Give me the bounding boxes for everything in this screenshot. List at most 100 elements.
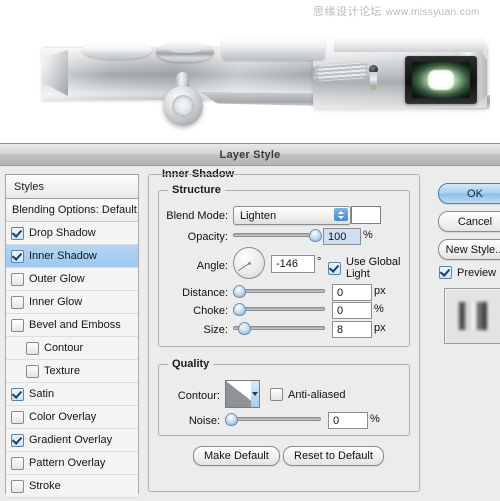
new-style-button[interactable]: New Style... — [438, 239, 500, 260]
noise-slider-thumb[interactable] — [225, 413, 238, 426]
camera-vent — [317, 61, 367, 82]
sidebar-label-color-overlay: Color Overlay — [29, 411, 97, 423]
sidebar-label-contour: Contour — [44, 342, 84, 354]
chevron-updown-icon[interactable] — [334, 208, 348, 221]
size-unit: px — [374, 322, 386, 334]
choke-input[interactable]: 0 — [332, 302, 372, 319]
checkbox-contour[interactable] — [26, 341, 39, 355]
checkbox-anti-aliased[interactable] — [270, 388, 283, 401]
checkbox-color-overlay[interactable] — [11, 410, 24, 424]
checkbox-preview[interactable] — [439, 266, 452, 279]
preview-row[interactable]: Preview — [439, 266, 496, 279]
sidebar-item-inner-shadow[interactable]: Inner Shadow — [6, 245, 138, 268]
angle-label: Angle: — [196, 260, 228, 272]
blend-mode-select[interactable]: Lighten — [233, 206, 351, 225]
sidebar-label-inner-shadow: Inner Shadow — [29, 250, 97, 262]
choke-slider[interactable] — [233, 302, 325, 316]
opacity-label: Opacity: — [187, 231, 228, 243]
styles-panel: Styles Blending Options: Default Drop Sh… — [5, 174, 139, 498]
distance-slider[interactable] — [233, 284, 325, 298]
noise-input[interactable]: 0 — [328, 412, 368, 429]
checkbox-inner-shadow[interactable] — [11, 249, 24, 263]
angle-input[interactable]: -146 — [271, 255, 315, 273]
camera-plate — [222, 38, 325, 60]
choke-unit: % — [374, 303, 384, 315]
sidebar-item-outer-glow[interactable]: Outer Glow — [6, 268, 138, 291]
choke-slider-thumb[interactable] — [233, 303, 246, 316]
noise-label: Noise: — [188, 415, 220, 427]
preview-label: Preview — [457, 266, 497, 279]
blending-options-label: Blending Options: Default — [12, 204, 137, 216]
checkbox-use-global-light[interactable] — [328, 261, 341, 275]
checkbox-outer-glow[interactable] — [11, 272, 24, 286]
sidebar-label-stroke: Stroke — [29, 480, 61, 492]
sidebar-item-contour[interactable]: Contour — [6, 337, 138, 360]
size-slider[interactable] — [233, 321, 325, 335]
sidebar-item-blending-options[interactable]: Blending Options: Default — [6, 199, 138, 222]
checkbox-bevel-and-emboss[interactable] — [11, 318, 24, 332]
distance-label: Distance: — [182, 287, 228, 299]
choke-label: Choke: — [193, 305, 228, 317]
sidebar-item-color-overlay[interactable]: Color Overlay — [6, 406, 138, 429]
dialog-titlebar[interactable]: Layer Style — [0, 144, 500, 166]
opacity-slider-track — [233, 233, 318, 237]
sidebar-label-gradient-overlay: Gradient Overlay — [29, 434, 113, 446]
distance-slider-thumb[interactable] — [233, 285, 246, 298]
size-input[interactable]: 8 — [332, 321, 372, 338]
sidebar-item-stroke[interactable]: Stroke — [6, 475, 138, 498]
camera-top-rail — [334, 36, 484, 52]
blend-mode-value: Lighten — [240, 209, 277, 222]
distance-slider-track — [233, 289, 325, 293]
angle-dial[interactable] — [233, 247, 265, 279]
sidebar-item-bevel-and-emboss[interactable]: Bevel and Emboss — [6, 314, 138, 337]
angle-unit: ° — [317, 256, 322, 268]
sidebar-label-drop-shadow: Drop Shadow — [29, 227, 96, 239]
sidebar-item-gradient-overlay[interactable]: Gradient Overlay — [6, 429, 138, 452]
distance-input[interactable]: 0 — [332, 284, 372, 301]
opacity-unit: % — [363, 229, 373, 241]
sidebar-item-satin[interactable]: Satin — [6, 383, 138, 406]
screenshot-root: 思缘设计论坛 www.missyuan.com Layer Style Styl… — [0, 0, 500, 501]
checkbox-inner-glow[interactable] — [11, 295, 24, 309]
ok-button[interactable]: OK — [438, 183, 500, 204]
noise-slider[interactable] — [225, 412, 321, 426]
opacity-slider[interactable] — [233, 228, 322, 242]
opacity-input[interactable]: 100 — [323, 228, 361, 245]
camera-port-slot — [370, 72, 377, 86]
anti-aliased-label: Anti-aliased — [288, 388, 346, 401]
styles-panel-header: Styles — [6, 175, 138, 199]
sidebar-label-texture: Texture — [44, 365, 81, 377]
camera-led — [371, 85, 376, 90]
make-default-button[interactable]: Make Default — [193, 446, 280, 466]
chevron-down-icon[interactable] — [251, 381, 259, 407]
preview-thumbnail-graphic — [459, 302, 487, 330]
checkbox-drop-shadow[interactable] — [11, 226, 24, 240]
preview-thumbnail — [444, 288, 500, 344]
contour-label: Contour: — [177, 390, 220, 402]
sidebar-item-inner-glow[interactable]: Inner Glow — [6, 291, 138, 314]
effect-settings-pane: Inner Shadow Structure Blend Mode: Light… — [148, 168, 420, 492]
size-slider-thumb[interactable] — [238, 322, 251, 335]
checkbox-satin[interactable] — [11, 387, 24, 401]
sidebar-item-drop-shadow[interactable]: Drop Shadow — [6, 222, 138, 245]
watermark-url-text: www.missyuan.com — [385, 7, 480, 18]
sidebar-item-pattern-overlay[interactable]: Pattern Overlay — [6, 452, 138, 475]
noise-slider-track — [225, 417, 321, 421]
contour-preset-swatch[interactable] — [225, 380, 260, 408]
checkbox-pattern-overlay[interactable] — [11, 456, 24, 470]
sidebar-label-bevel-and-emboss: Bevel and Emboss — [29, 319, 121, 331]
sidebar-label-inner-glow: Inner Glow — [29, 296, 83, 308]
cancel-button[interactable]: Cancel — [438, 211, 500, 232]
dialog-title: Layer Style — [219, 148, 281, 161]
reset-to-default-button[interactable]: Reset to Default — [283, 446, 384, 466]
checkbox-texture[interactable] — [26, 364, 39, 378]
blend-color-swatch[interactable] — [351, 206, 381, 224]
checkbox-stroke[interactable] — [11, 479, 24, 493]
checkbox-gradient-overlay[interactable] — [11, 433, 24, 447]
camera-photo — [0, 0, 500, 142]
opacity-slider-thumb[interactable] — [309, 229, 322, 242]
use-global-light-row[interactable]: Use Global Light — [328, 256, 420, 280]
sidebar-item-texture[interactable]: Texture — [6, 360, 138, 383]
distance-unit: px — [374, 285, 386, 297]
anti-aliased-row[interactable]: Anti-aliased — [270, 388, 345, 401]
